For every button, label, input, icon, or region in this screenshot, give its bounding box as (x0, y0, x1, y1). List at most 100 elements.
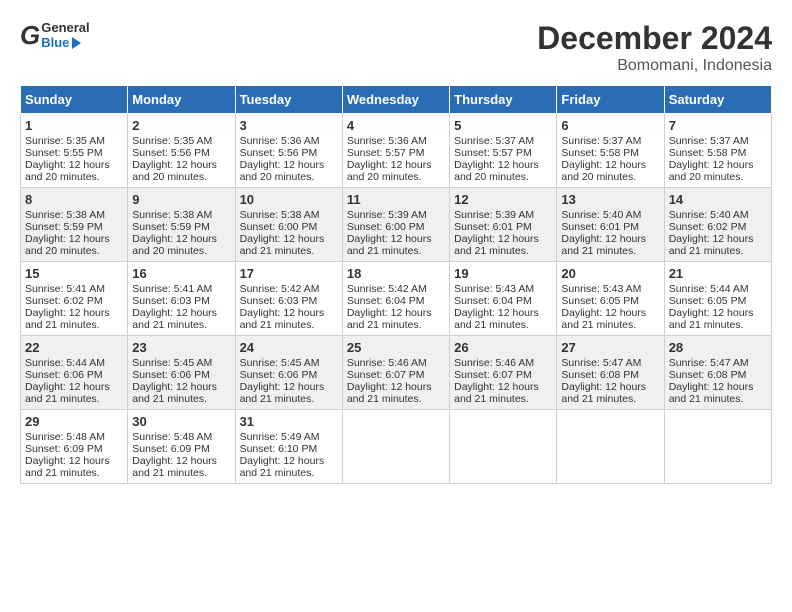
calendar-cell (557, 410, 664, 484)
calendar-cell: 30Sunrise: 5:48 AMSunset: 6:09 PMDayligh… (128, 410, 235, 484)
day-number: 1 (25, 118, 123, 133)
calendar-cell: 21Sunrise: 5:44 AMSunset: 6:05 PMDayligh… (664, 262, 771, 336)
daylight-text: Daylight: 12 hours and 20 minutes. (454, 159, 552, 183)
calendar-day-header: Thursday (450, 86, 557, 114)
calendar-cell: 15Sunrise: 5:41 AMSunset: 6:02 PMDayligh… (21, 262, 128, 336)
calendar-cell: 1Sunrise: 5:35 AMSunset: 5:55 PMDaylight… (21, 114, 128, 188)
calendar-cell: 2Sunrise: 5:35 AMSunset: 5:56 PMDaylight… (128, 114, 235, 188)
sunset-text: Sunset: 6:04 PM (347, 295, 445, 307)
calendar-cell: 5Sunrise: 5:37 AMSunset: 5:57 PMDaylight… (450, 114, 557, 188)
calendar-cell: 25Sunrise: 5:46 AMSunset: 6:07 PMDayligh… (342, 336, 449, 410)
daylight-text: Daylight: 12 hours and 21 minutes. (25, 381, 123, 405)
calendar-week-row: 29Sunrise: 5:48 AMSunset: 6:09 PMDayligh… (21, 410, 772, 484)
calendar-cell: 14Sunrise: 5:40 AMSunset: 6:02 PMDayligh… (664, 188, 771, 262)
daylight-text: Daylight: 12 hours and 21 minutes. (561, 381, 659, 405)
sunrise-text: Sunrise: 5:47 AM (669, 357, 767, 369)
calendar-day-header: Monday (128, 86, 235, 114)
sunset-text: Sunset: 6:07 PM (454, 369, 552, 381)
day-number: 8 (25, 192, 123, 207)
sunset-text: Sunset: 6:05 PM (669, 295, 767, 307)
daylight-text: Daylight: 12 hours and 21 minutes. (240, 381, 338, 405)
sunset-text: Sunset: 6:01 PM (561, 221, 659, 233)
calendar-cell: 27Sunrise: 5:47 AMSunset: 6:08 PMDayligh… (557, 336, 664, 410)
day-number: 7 (669, 118, 767, 133)
day-number: 29 (25, 414, 123, 429)
daylight-text: Daylight: 12 hours and 20 minutes. (132, 233, 230, 257)
daylight-text: Daylight: 12 hours and 21 minutes. (240, 455, 338, 479)
sunset-text: Sunset: 6:05 PM (561, 295, 659, 307)
daylight-text: Daylight: 12 hours and 21 minutes. (240, 233, 338, 257)
calendar-cell: 18Sunrise: 5:42 AMSunset: 6:04 PMDayligh… (342, 262, 449, 336)
day-number: 9 (132, 192, 230, 207)
sunrise-text: Sunrise: 5:35 AM (132, 135, 230, 147)
sunrise-text: Sunrise: 5:37 AM (561, 135, 659, 147)
calendar-table: SundayMondayTuesdayWednesdayThursdayFrid… (20, 85, 772, 484)
sunrise-text: Sunrise: 5:47 AM (561, 357, 659, 369)
calendar-cell: 29Sunrise: 5:48 AMSunset: 6:09 PMDayligh… (21, 410, 128, 484)
sunset-text: Sunset: 5:58 PM (561, 147, 659, 159)
page-header: G General Blue December 2024 Bomomani, I… (20, 20, 772, 75)
calendar-cell: 20Sunrise: 5:43 AMSunset: 6:05 PMDayligh… (557, 262, 664, 336)
day-number: 31 (240, 414, 338, 429)
sunrise-text: Sunrise: 5:38 AM (240, 209, 338, 221)
daylight-text: Daylight: 12 hours and 21 minutes. (25, 455, 123, 479)
day-number: 11 (347, 192, 445, 207)
calendar-cell (342, 410, 449, 484)
sunrise-text: Sunrise: 5:36 AM (240, 135, 338, 147)
daylight-text: Daylight: 12 hours and 21 minutes. (132, 455, 230, 479)
logo-blue-text: Blue (41, 36, 69, 50)
calendar-day-header: Tuesday (235, 86, 342, 114)
calendar-cell: 7 Sunrise: 5:37 AMSunset: 5:58 PMDaylight… (664, 114, 771, 188)
sunset-text: Sunset: 5:58 PM (669, 147, 767, 159)
daylight-text: Daylight: 12 hours and 20 minutes. (347, 159, 445, 183)
sunrise-text: Sunrise: 5:48 AM (25, 431, 123, 443)
day-number: 16 (132, 266, 230, 281)
sunset-text: Sunset: 6:02 PM (669, 221, 767, 233)
sunset-text: Sunset: 5:59 PM (132, 221, 230, 233)
calendar-cell: 23Sunrise: 5:45 AMSunset: 6:06 PMDayligh… (128, 336, 235, 410)
sunset-text: Sunset: 5:59 PM (25, 221, 123, 233)
daylight-text: Daylight: 12 hours and 21 minutes. (25, 307, 123, 331)
day-number: 18 (347, 266, 445, 281)
sunset-text: Sunset: 6:03 PM (240, 295, 338, 307)
day-number: 15 (25, 266, 123, 281)
sunrise-text: Sunrise: 5:44 AM (25, 357, 123, 369)
logo-g-letter: G (20, 20, 40, 51)
calendar-week-row: 15Sunrise: 5:41 AMSunset: 6:02 PMDayligh… (21, 262, 772, 336)
sunrise-text: Sunrise: 5:43 AM (561, 283, 659, 295)
calendar-cell: 3Sunrise: 5:36 AMSunset: 5:56 PMDaylight… (235, 114, 342, 188)
day-number: 12 (454, 192, 552, 207)
page-title: December 2024 (537, 20, 772, 57)
sunrise-text: Sunrise: 5:39 AM (454, 209, 552, 221)
sunrise-text: Sunrise: 5:48 AM (132, 431, 230, 443)
calendar-cell: 24Sunrise: 5:45 AMSunset: 6:06 PMDayligh… (235, 336, 342, 410)
day-number: 28 (669, 340, 767, 355)
daylight-text: Daylight: 12 hours and 20 minutes. (240, 159, 338, 183)
calendar-day-header: Friday (557, 86, 664, 114)
daylight-text: Daylight: 12 hours and 21 minutes. (561, 233, 659, 257)
day-number: 20 (561, 266, 659, 281)
day-number: 10 (240, 192, 338, 207)
day-number: 6 (561, 118, 659, 133)
day-number: 24 (240, 340, 338, 355)
sunset-text: Sunset: 6:10 PM (240, 443, 338, 455)
day-number: 5 (454, 118, 552, 133)
sunrise-text: Sunrise: 5:44 AM (669, 283, 767, 295)
calendar-day-header: Saturday (664, 86, 771, 114)
day-number: 2 (132, 118, 230, 133)
sunrise-text: Sunrise: 5:37 AM (669, 135, 767, 147)
sunrise-text: Sunrise: 5:35 AM (25, 135, 123, 147)
daylight-text: Daylight: 12 hours and 20 minutes. (669, 159, 767, 183)
sunset-text: Sunset: 6:04 PM (454, 295, 552, 307)
daylight-text: Daylight: 12 hours and 20 minutes. (561, 159, 659, 183)
sunrise-text: Sunrise: 5:45 AM (240, 357, 338, 369)
calendar-cell (450, 410, 557, 484)
daylight-text: Daylight: 12 hours and 21 minutes. (669, 307, 767, 331)
calendar-day-header: Wednesday (342, 86, 449, 114)
sunset-text: Sunset: 6:06 PM (25, 369, 123, 381)
calendar-cell: 10Sunrise: 5:38 AMSunset: 6:00 PMDayligh… (235, 188, 342, 262)
sunset-text: Sunset: 6:09 PM (132, 443, 230, 455)
sunrise-text: Sunrise: 5:49 AM (240, 431, 338, 443)
sunset-text: Sunset: 6:06 PM (132, 369, 230, 381)
daylight-text: Daylight: 12 hours and 20 minutes. (25, 159, 123, 183)
